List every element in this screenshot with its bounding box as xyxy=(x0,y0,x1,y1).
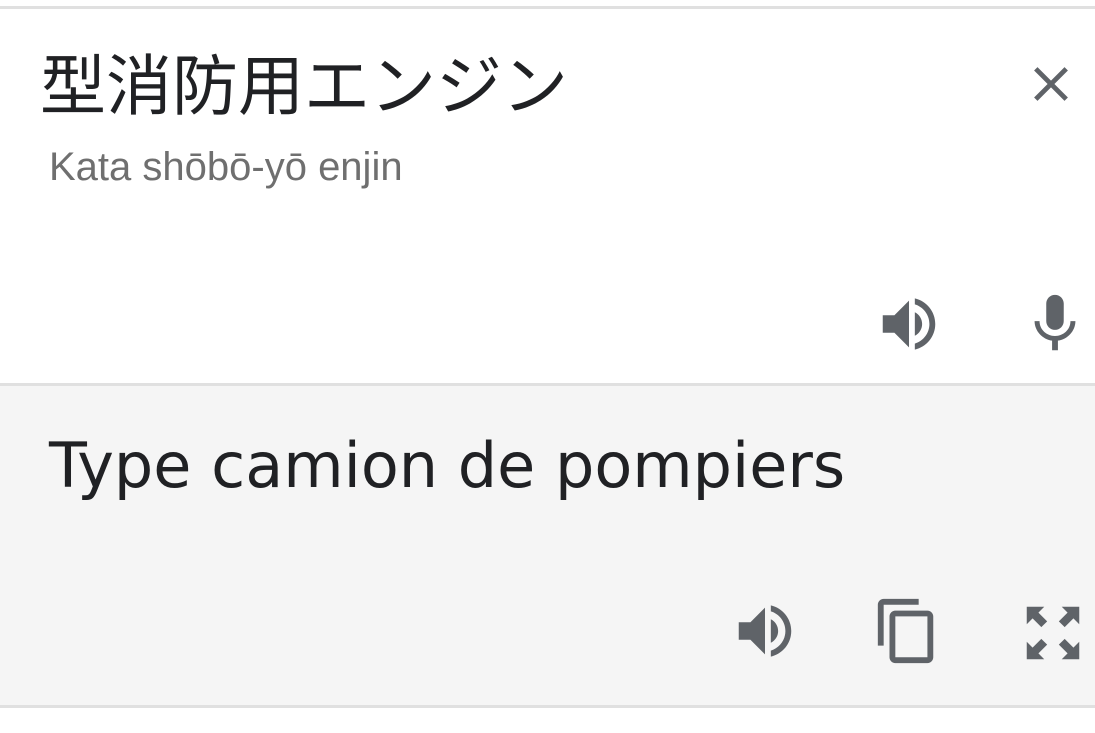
volume-icon xyxy=(882,298,936,350)
source-romanization: Kata shōbō-yō enjin xyxy=(49,145,403,189)
copy-icon xyxy=(877,598,934,664)
fullscreen-icon xyxy=(1026,606,1080,660)
source-panel: 型消防用エンジン Kata shōbō-yō enjin xyxy=(0,9,1095,383)
bottom-divider xyxy=(0,705,1095,708)
microphone-icon xyxy=(1034,294,1076,351)
fullscreen-button[interactable] xyxy=(1018,598,1088,668)
translation-panel: Type camion de pompiers xyxy=(0,386,1095,705)
translate-app: 型消防用エンジン Kata shōbō-yō enjin Type camion… xyxy=(0,0,1095,733)
listen-source-button[interactable] xyxy=(874,289,944,359)
listen-translation-button[interactable] xyxy=(730,596,800,666)
clear-button[interactable] xyxy=(1022,55,1080,113)
copy-button[interactable] xyxy=(872,596,942,666)
close-icon xyxy=(1034,67,1068,101)
source-text[interactable]: 型消防用エンジン xyxy=(40,47,568,127)
microphone-button[interactable] xyxy=(1020,289,1090,359)
translation-text: Type camion de pompiers xyxy=(49,429,846,502)
volume-icon xyxy=(738,605,792,657)
